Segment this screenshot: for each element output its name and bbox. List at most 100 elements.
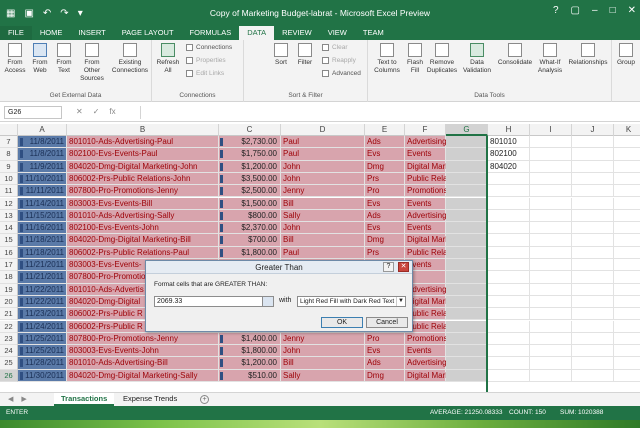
- cell-h[interactable]: [488, 172, 530, 186]
- cell-owner[interactable]: John: [281, 345, 365, 358]
- advanced-button[interactable]: Advanced: [322, 70, 361, 77]
- cell-i[interactable]: [530, 259, 572, 272]
- flash-fill-button[interactable]: Flash Fill: [404, 43, 426, 75]
- cell-j[interactable]: [572, 320, 614, 333]
- cell-i[interactable]: [530, 308, 572, 321]
- cell-description[interactable]: 803003-Evs-Events-Bill: [67, 197, 219, 210]
- from-web-button[interactable]: From Web: [28, 43, 52, 75]
- ribbon-display-icon[interactable]: ▢: [571, 5, 580, 16]
- cell-k[interactable]: [614, 320, 640, 333]
- cell-j[interactable]: [572, 271, 614, 284]
- cell-code[interactable]: Pro: [365, 185, 405, 198]
- row-header[interactable]: 19: [0, 283, 18, 296]
- tab-formulas[interactable]: FORMULAS: [182, 26, 240, 40]
- cell-amount[interactable]: $1,800.00: [219, 246, 281, 259]
- cell-g[interactable]: [446, 136, 488, 149]
- cell-category[interactable]: Advertising: [405, 209, 447, 223]
- cell-h[interactable]: [488, 332, 530, 346]
- tab-page-layout[interactable]: PAGE LAYOUT: [114, 26, 182, 40]
- cell-h[interactable]: [488, 271, 530, 284]
- cancel-entry-icon[interactable]: ✕: [76, 107, 83, 116]
- cell-amount[interactable]: $800.00: [219, 209, 281, 223]
- cell-code[interactable]: Pro: [365, 332, 405, 346]
- cell-amount[interactable]: $1,400.00: [219, 332, 281, 346]
- cell-i[interactable]: [530, 197, 572, 210]
- cell-h[interactable]: [488, 185, 530, 198]
- cell-j[interactable]: [572, 209, 614, 223]
- cell-g[interactable]: [446, 172, 488, 186]
- tab-data[interactable]: DATA: [239, 26, 275, 40]
- cell-category[interactable]: Advertising: [405, 136, 447, 149]
- cell-j[interactable]: [572, 345, 614, 358]
- cell-date[interactable]: 11/9/2011: [18, 160, 67, 173]
- sheet-tab-transactions[interactable]: Transactions: [54, 393, 115, 406]
- cell-k[interactable]: [614, 295, 640, 309]
- connections-button[interactable]: Connections: [186, 44, 232, 51]
- cell-date[interactable]: 11/8/2011: [18, 136, 67, 149]
- cell-k[interactable]: [614, 172, 640, 186]
- cell-date[interactable]: 11/21/2011: [18, 259, 67, 272]
- cell-owner[interactable]: Sally: [281, 209, 365, 223]
- cell-amount[interactable]: $1,500.00: [219, 197, 281, 210]
- row-header[interactable]: 11: [0, 185, 18, 198]
- cell-g[interactable]: [446, 197, 488, 210]
- cell-h[interactable]: 804020: [488, 160, 530, 173]
- reapply-button[interactable]: Reapply: [322, 57, 356, 64]
- cell-j[interactable]: [572, 136, 614, 149]
- cell-i[interactable]: [530, 357, 572, 370]
- cell-date[interactable]: 11/30/2011: [18, 369, 67, 382]
- row-header[interactable]: 15: [0, 234, 18, 247]
- redo-icon[interactable]: ↷: [60, 8, 68, 19]
- cell-date[interactable]: 11/15/2011: [18, 209, 67, 223]
- row-header[interactable]: 22: [0, 320, 18, 333]
- cell-description[interactable]: 803003-Evs-Events-John: [67, 345, 219, 358]
- cell-date[interactable]: 11/22/2011: [18, 283, 67, 296]
- cell-h[interactable]: 801010: [488, 136, 530, 149]
- row-header[interactable]: 20: [0, 295, 18, 309]
- cell-h[interactable]: [488, 246, 530, 259]
- cell-g[interactable]: [446, 345, 488, 358]
- column-header-j[interactable]: J: [572, 124, 614, 136]
- cell-i[interactable]: [530, 160, 572, 173]
- tab-view[interactable]: VIEW: [320, 26, 355, 40]
- cell-g[interactable]: [446, 308, 488, 321]
- cell-g[interactable]: [446, 234, 488, 247]
- previous-sheet-icon[interactable]: ◀: [8, 395, 13, 403]
- range-picker-icon[interactable]: [262, 297, 273, 306]
- dialog-close-icon[interactable]: ✕: [398, 262, 409, 272]
- properties-button[interactable]: Properties: [186, 57, 226, 64]
- cell-g[interactable]: [446, 369, 488, 382]
- cell-k[interactable]: [614, 136, 640, 149]
- cell-code[interactable]: Ads: [365, 136, 405, 149]
- cell-date[interactable]: 11/25/2011: [18, 332, 67, 346]
- cell-j[interactable]: [572, 222, 614, 235]
- cell-date[interactable]: 11/21/2011: [18, 271, 67, 284]
- cell-j[interactable]: [572, 332, 614, 346]
- data-validation-button[interactable]: Data Validation: [460, 43, 494, 75]
- row-header[interactable]: 14: [0, 222, 18, 235]
- cell-i[interactable]: [530, 369, 572, 382]
- cell-h[interactable]: [488, 308, 530, 321]
- cell-owner[interactable]: Paul: [281, 246, 365, 259]
- cell-i[interactable]: [530, 332, 572, 346]
- cell-h[interactable]: [488, 345, 530, 358]
- cell-j[interactable]: [572, 295, 614, 309]
- cell-description[interactable]: 804020-Dmg-Digital Marketing-John: [67, 160, 219, 173]
- cell-g[interactable]: [446, 185, 488, 198]
- cell-k[interactable]: [614, 246, 640, 259]
- consolidate-button[interactable]: Consolidate: [496, 43, 534, 67]
- cell-j[interactable]: [572, 234, 614, 247]
- cell-category[interactable]: Events: [405, 345, 446, 358]
- cell-date[interactable]: 11/22/2011: [18, 295, 67, 309]
- save-icon[interactable]: ▣: [24, 8, 33, 19]
- cell-amount[interactable]: $2,370.00: [219, 222, 281, 235]
- cell-description[interactable]: 806002-Prs-Public Relations-Paul: [67, 246, 219, 259]
- cell-k[interactable]: [614, 222, 640, 235]
- cell-amount[interactable]: $2,730.00: [219, 136, 281, 149]
- tab-insert[interactable]: INSERT: [70, 26, 113, 40]
- row-header[interactable]: 21: [0, 308, 18, 321]
- cell-owner[interactable]: John: [281, 160, 365, 173]
- cell-h[interactable]: [488, 222, 530, 235]
- cell-amount[interactable]: $3,500.00: [219, 172, 281, 186]
- what-if-analysis-button[interactable]: What-If Analysis: [534, 43, 566, 75]
